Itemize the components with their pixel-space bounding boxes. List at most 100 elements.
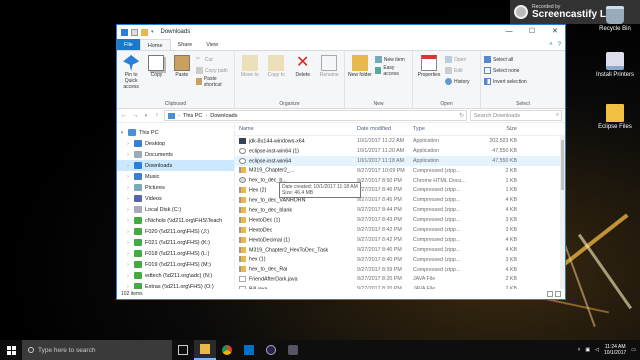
nav-item[interactable]: › Videos: [117, 193, 234, 204]
nav-item[interactable]: › edtech (\\d211.org\adc) (N:): [117, 270, 234, 281]
expand-arrow-icon[interactable]: ›: [125, 251, 131, 257]
nav-item[interactable]: › F020 (\\d211.org\FHS) (J:): [117, 226, 234, 237]
vertical-scrollbar[interactable]: [560, 136, 565, 289]
expand-arrow-icon[interactable]: ›: [125, 196, 131, 202]
file-row[interactable]: jdk-8u144-windows-x64 10/1/2017 11:22 AM A…: [235, 136, 565, 146]
paste-shortcut-button[interactable]: Paste shortcut: [195, 76, 231, 88]
nav-item[interactable]: ▾ This PC: [117, 127, 234, 138]
file-row[interactable]: FriendAfterDark.java 9/27/2017 8:20 PM JAV…: [235, 274, 565, 284]
up-arrow-icon[interactable]: ↑: [153, 112, 161, 119]
taskbar-app[interactable]: [282, 340, 304, 360]
address-bar[interactable]: › This PC › Downloads ↻: [164, 110, 467, 121]
taskbar-chrome[interactable]: [216, 340, 238, 360]
chevron-up-icon[interactable]: ˄: [578, 347, 581, 353]
edit-button[interactable]: Edit: [445, 66, 470, 75]
expand-arrow-icon[interactable]: ›: [125, 185, 131, 191]
nav-item[interactable]: › Pictures: [117, 182, 234, 193]
tab-file[interactable]: File: [117, 39, 140, 50]
volume-icon[interactable]: ◁: [595, 347, 599, 353]
search-box[interactable]: Search Downloads ⌕: [470, 110, 562, 121]
open-button[interactable]: Open: [445, 55, 470, 64]
desktop-icon-recycle-bin[interactable]: Recycle Bin: [592, 6, 638, 32]
nav-item[interactable]: › F018 (\\d211.org\FHS) (L:): [117, 248, 234, 259]
taskbar-file-explorer[interactable]: [194, 340, 216, 360]
file-row[interactable]: M319_Chapter2_HexToDec_Task 9/27/2017 8:4…: [235, 245, 565, 255]
scrollbar-thumb[interactable]: [561, 140, 564, 190]
file-row[interactable]: HextoDec 9/27/2017 8:42 PM Compressed (zip…: [235, 225, 565, 235]
network-icon[interactable]: ▣: [585, 347, 590, 353]
taskbar-eclipse-installer[interactable]: [260, 340, 282, 360]
nav-item[interactable]: › Downloads: [117, 160, 234, 171]
breadcrumb-downloads[interactable]: Downloads: [210, 113, 237, 119]
recent-locations-icon[interactable]: ▾: [142, 113, 150, 119]
select-all-button[interactable]: Select all: [484, 55, 527, 64]
column-header-name[interactable]: Name: [235, 126, 357, 132]
file-row[interactable]: hex (1) 9/27/2017 8:40 PM Compressed (zipp…: [235, 255, 565, 265]
column-header-type[interactable]: Type: [413, 126, 471, 132]
column-header-date[interactable]: Date modified: [357, 126, 413, 132]
expand-arrow-icon[interactable]: ›: [125, 207, 131, 213]
taskbar-search-box[interactable]: Type here to search: [22, 340, 172, 360]
forward-arrow-icon[interactable]: →: [131, 112, 139, 119]
minimize-button[interactable]: —: [499, 25, 519, 39]
title-bar[interactable]: ▾ Downloads — ☐ ✕: [117, 25, 565, 39]
nav-item[interactable]: › F021 (\\d211.org\FHS) (K:): [117, 237, 234, 248]
details-view-icon[interactable]: [547, 291, 553, 297]
help-icon[interactable]: ?: [558, 42, 561, 48]
nav-item[interactable]: › Extras (\\d211.org\FHS) (O:): [117, 281, 234, 289]
taskbar-outlook[interactable]: [238, 340, 260, 360]
expand-arrow-icon[interactable]: ›: [125, 218, 131, 224]
cut-button[interactable]: ✂ Cut: [196, 55, 231, 64]
nav-item[interactable]: › Music: [117, 171, 234, 182]
close-button[interactable]: ✕: [545, 25, 565, 39]
file-row[interactable]: eclipse-inst-win64 10/1/2017 11:18 AM Appl…: [235, 155, 565, 166]
qat-dropdown-icon[interactable]: ▾: [151, 29, 154, 36]
copy-path-button[interactable]: Copy path: [195, 66, 231, 75]
expand-arrow-icon[interactable]: ›: [125, 174, 131, 180]
refresh-icon[interactable]: ↻: [459, 113, 466, 119]
file-row[interactable]: HextoDec (1) 9/27/2017 8:43 PM Compressed …: [235, 215, 565, 225]
file-row[interactable]: eclipse-inst-win64 (1) 10/1/2017 11:20 AM…: [235, 146, 565, 156]
tab-view[interactable]: View: [199, 39, 225, 50]
history-button[interactable]: History: [445, 77, 470, 86]
select-none-button[interactable]: Select none: [484, 66, 527, 75]
column-header-size[interactable]: Size: [471, 126, 521, 132]
notifications-icon[interactable]: ▭: [631, 347, 636, 353]
nav-item[interactable]: › Desktop: [117, 138, 234, 149]
expand-arrow-icon[interactable]: ›: [125, 262, 131, 268]
back-arrow-icon[interactable]: ←: [120, 112, 128, 119]
file-row[interactable]: M319_Chapter2_... 9/27/2017 10:09 PM Compr…: [235, 166, 565, 176]
tab-home[interactable]: Home: [139, 39, 171, 50]
nav-item[interactable]: › F019 (\\d211.org\FHS) (M:): [117, 259, 234, 270]
tab-share[interactable]: Share: [171, 39, 200, 50]
easy-access-button[interactable]: Easy access: [374, 65, 409, 77]
file-row[interactable]: Bill.java 9/27/2017 8:20 PMJAVA File2 KB: [235, 284, 565, 289]
desktop-icon-eclipse-files[interactable]: Eclipse Files: [592, 104, 638, 130]
file-row[interactable]: hex_to_dec_blank 9/27/2017 8:44 PM Compres…: [235, 205, 565, 215]
invert-selection-button[interactable]: Invert selection: [484, 77, 527, 86]
file-row[interactable]: HextoDecimal (1) 9/27/2017 8:42 PM Compres…: [235, 235, 565, 245]
new-folder-qat-icon[interactable]: [141, 28, 148, 36]
expand-arrow-icon[interactable]: ›: [125, 152, 131, 158]
large-icons-view-icon[interactable]: [555, 291, 561, 297]
expand-arrow-icon[interactable]: ›: [125, 163, 131, 169]
expand-arrow-icon[interactable]: ›: [125, 284, 131, 290]
nav-item[interactable]: › Local Disk (C:): [117, 204, 234, 215]
new-item-button[interactable]: New item: [374, 55, 409, 64]
expand-arrow-icon[interactable]: ›: [125, 240, 131, 246]
clock[interactable]: 11:24 AM 10/1/2017: [604, 344, 626, 356]
expand-arrow-icon[interactable]: ›: [125, 229, 131, 235]
expand-arrow-icon[interactable]: ›: [125, 141, 131, 147]
desktop-icon-install-printers[interactable]: Install Printers: [592, 52, 638, 78]
maximize-button[interactable]: ☐: [522, 25, 542, 39]
chevron-up-icon[interactable]: ˄: [549, 42, 553, 48]
file-row[interactable]: hex_to_dec_Rai 9/27/2017 8:39 PM Compresse…: [235, 265, 565, 275]
properties-qat-icon[interactable]: [131, 28, 138, 36]
expand-arrow-icon[interactable]: ▾: [119, 130, 125, 136]
start-button[interactable]: [0, 340, 22, 360]
nav-item[interactable]: › Documents: [117, 149, 234, 160]
breadcrumb-this-pc[interactable]: This PC: [183, 113, 203, 119]
nav-item[interactable]: › cNichols (\\d211.org\FHS\Teach: [117, 215, 234, 226]
expand-arrow-icon[interactable]: ›: [125, 273, 131, 279]
task-view-button[interactable]: [172, 340, 194, 360]
